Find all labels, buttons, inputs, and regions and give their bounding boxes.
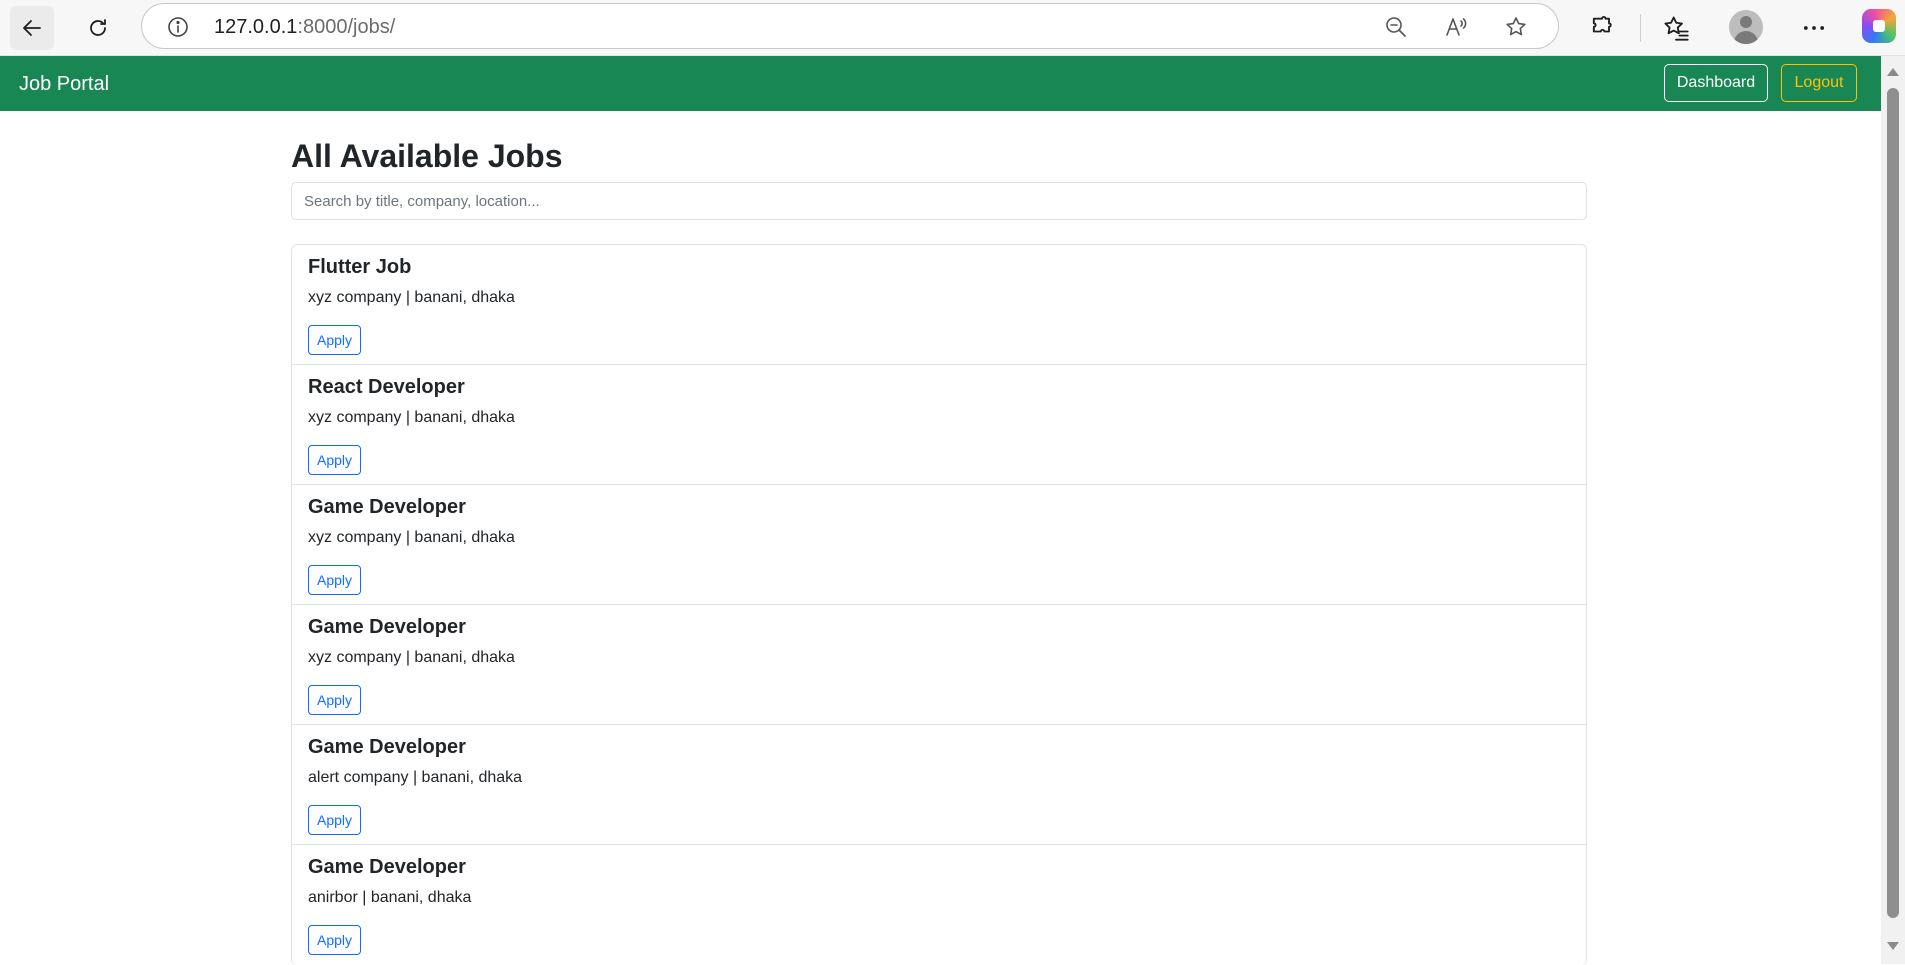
back-icon <box>23 20 41 36</box>
apply-button[interactable]: Apply <box>308 685 361 715</box>
url-text[interactable]: 127.0.0.1:8000/jobs/ <box>214 15 395 39</box>
site-navbar: Job Portal Dashboard Logout <box>0 56 1881 111</box>
dashboard-button[interactable]: Dashboard <box>1664 64 1768 102</box>
job-company-location: xyz company | banani, dhaka <box>308 529 515 546</box>
job-item: Flutter Job xyz company | banani, dhaka … <box>292 245 1586 365</box>
apply-button[interactable]: Apply <box>308 925 361 955</box>
toolbar-separator <box>1640 14 1641 42</box>
apply-button[interactable]: Apply <box>308 805 361 835</box>
extensions-icon[interactable] <box>1588 14 1616 42</box>
job-company-location: alert company | banani, dhaka <box>308 769 523 786</box>
job-title: Game Developer <box>308 496 466 518</box>
job-company-location: xyz company | banani, dhaka <box>308 409 515 426</box>
job-list: Flutter Job xyz company | banani, dhaka … <box>291 244 1587 965</box>
job-title: Game Developer <box>308 736 466 758</box>
job-item: Game Developer alert company | banani, d… <box>292 725 1586 845</box>
job-title: Game Developer <box>308 616 466 638</box>
browser-toolbar: 127.0.0.1:8000/jobs/ <box>0 0 1905 56</box>
job-title: React Developer <box>308 376 465 398</box>
avatar-body <box>1734 31 1758 44</box>
job-title: Game Developer <box>308 856 466 878</box>
info-icon[interactable] <box>166 15 190 39</box>
scroll-up-arrow[interactable] <box>1887 68 1899 76</box>
address-bar[interactable]: 127.0.0.1:8000/jobs/ <box>141 3 1559 49</box>
url-host: 127.0.0.1 <box>214 16 298 38</box>
apply-button[interactable]: Apply <box>308 565 361 595</box>
read-aloud-icon[interactable] <box>1444 15 1468 39</box>
job-item: Game Developer xyz company | banani, dha… <box>292 605 1586 725</box>
apply-button[interactable]: Apply <box>308 325 361 355</box>
job-item: Game Developer xyz company | banani, dha… <box>292 485 1586 605</box>
more-icon[interactable] <box>1800 14 1828 42</box>
job-company-location: xyz company | banani, dhaka <box>308 289 515 306</box>
job-company-location: anirbor | banani, dhaka <box>308 889 472 906</box>
job-item: React Developer xyz company | banani, dh… <box>292 365 1586 485</box>
page-scrollbar[interactable] <box>1881 56 1905 964</box>
job-company-location: xyz company | banani, dhaka <box>308 649 515 666</box>
reload-icon <box>90 19 106 36</box>
back-button[interactable] <box>10 6 54 50</box>
avatar-head <box>1740 16 1752 28</box>
search-input[interactable] <box>291 182 1587 220</box>
logout-button[interactable]: Logout <box>1781 64 1857 102</box>
favorites-icon[interactable] <box>1662 14 1690 42</box>
zoom-out-icon[interactable] <box>1384 15 1408 39</box>
job-title: Flutter Job <box>308 256 412 278</box>
scrollbar-thumb[interactable] <box>1887 88 1899 918</box>
copilot-icon[interactable] <box>1862 9 1896 43</box>
star-icon[interactable] <box>1504 15 1528 39</box>
reload-button[interactable] <box>76 6 120 50</box>
page-title: All Available Jobs <box>291 138 563 174</box>
apply-button[interactable]: Apply <box>308 445 361 475</box>
scroll-down-arrow[interactable] <box>1887 942 1899 950</box>
url-path: :8000/jobs/ <box>297 16 396 38</box>
brand-link[interactable]: Job Portal <box>19 72 109 96</box>
profile-avatar[interactable] <box>1729 10 1763 44</box>
job-item: Game Developer anirbor | banani, dhaka A… <box>292 845 1586 965</box>
